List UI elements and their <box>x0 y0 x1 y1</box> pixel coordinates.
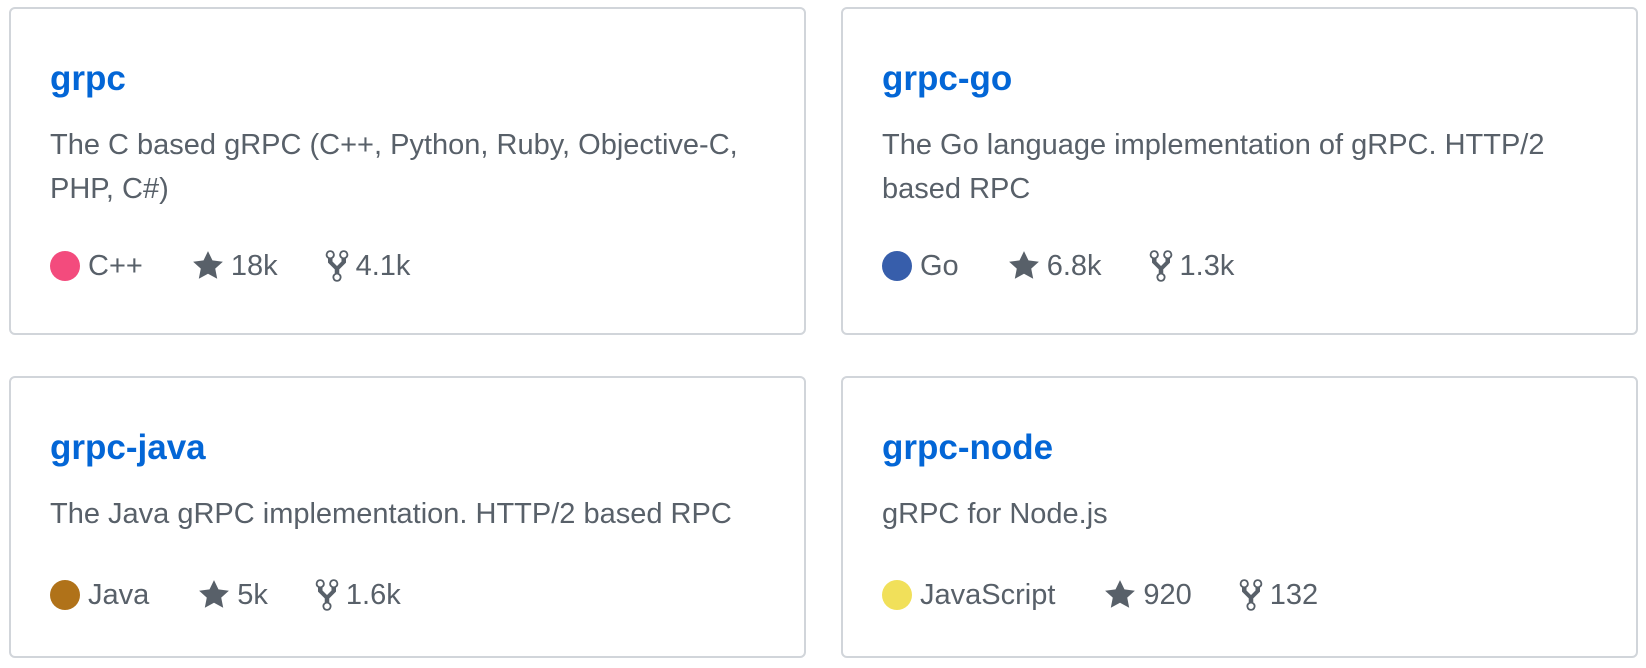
language-label: Go <box>920 249 959 282</box>
stars-count: 5k <box>237 578 268 611</box>
repo-language: Java <box>50 579 149 612</box>
repo-title-link[interactable]: grpc-node <box>882 426 1053 470</box>
fork-icon <box>324 248 356 284</box>
repo-card: grpc The C based gRPC (C++, Python, Ruby… <box>9 7 806 335</box>
language-label: Java <box>88 578 150 611</box>
language-label: C++ <box>88 249 143 282</box>
repo-stats: Java 5k 1.6k <box>50 575 447 615</box>
star-icon <box>1007 249 1047 283</box>
repo-card: grpc-java The Java gRPC implementation. … <box>9 376 806 658</box>
repo-title-link[interactable]: grpc-java <box>50 426 206 470</box>
star-icon <box>197 578 237 612</box>
language-color-dot <box>50 580 80 610</box>
stars-count: 6.8k <box>1046 249 1102 282</box>
language-color-dot <box>882 580 912 610</box>
repo-card: grpc-node gRPC for Node.js JavaScript 92… <box>841 376 1638 658</box>
forks-count: 1.6k <box>345 578 401 611</box>
repo-stats: JavaScript 920 132 <box>882 575 1364 615</box>
repo-description: The C based gRPC (C++, Python, Ruby, Obj… <box>50 129 738 205</box>
repo-stats: C++ 18k 4.1k <box>50 246 456 286</box>
repo-description: gRPC for Node.js <box>882 498 1108 530</box>
repo-title-link[interactable]: grpc <box>50 57 126 101</box>
star-icon <box>1103 578 1143 612</box>
fork-icon <box>314 577 346 613</box>
language-color-dot <box>50 251 80 281</box>
star-icon <box>191 249 231 283</box>
stars-link[interactable]: 6.8k <box>1007 249 1102 283</box>
fork-icon <box>1148 248 1180 284</box>
repo-title-link[interactable]: grpc-go <box>882 57 1012 101</box>
repo-stats: Go 6.8k 1.3k <box>882 246 1280 286</box>
repo-language: Go <box>882 250 959 283</box>
stars-link[interactable]: 920 <box>1103 578 1192 612</box>
repo-description: The Go language implementation of gRPC. … <box>882 129 1545 205</box>
stars-link[interactable]: 5k <box>197 578 268 612</box>
forks-link[interactable]: 132 <box>1238 577 1318 613</box>
stars-link[interactable]: 18k <box>191 249 278 283</box>
repo-language: C++ <box>50 250 143 283</box>
repo-description: The Java gRPC implementation. HTTP/2 bas… <box>50 498 732 530</box>
language-label: JavaScript <box>920 578 1056 611</box>
stars-count: 18k <box>230 249 278 282</box>
language-color-dot <box>882 251 912 281</box>
forks-count: 132 <box>1269 578 1319 611</box>
stars-count: 920 <box>1143 578 1192 611</box>
repo-card: grpc-go The Go language implementation o… <box>841 7 1638 335</box>
forks-link[interactable]: 1.3k <box>1148 248 1235 284</box>
forks-link[interactable]: 1.6k <box>314 577 401 613</box>
forks-count: 1.3k <box>1179 249 1235 282</box>
fork-icon <box>1238 577 1270 613</box>
repo-language: JavaScript <box>882 579 1055 612</box>
forks-count: 4.1k <box>355 249 411 282</box>
forks-link[interactable]: 4.1k <box>324 248 411 284</box>
